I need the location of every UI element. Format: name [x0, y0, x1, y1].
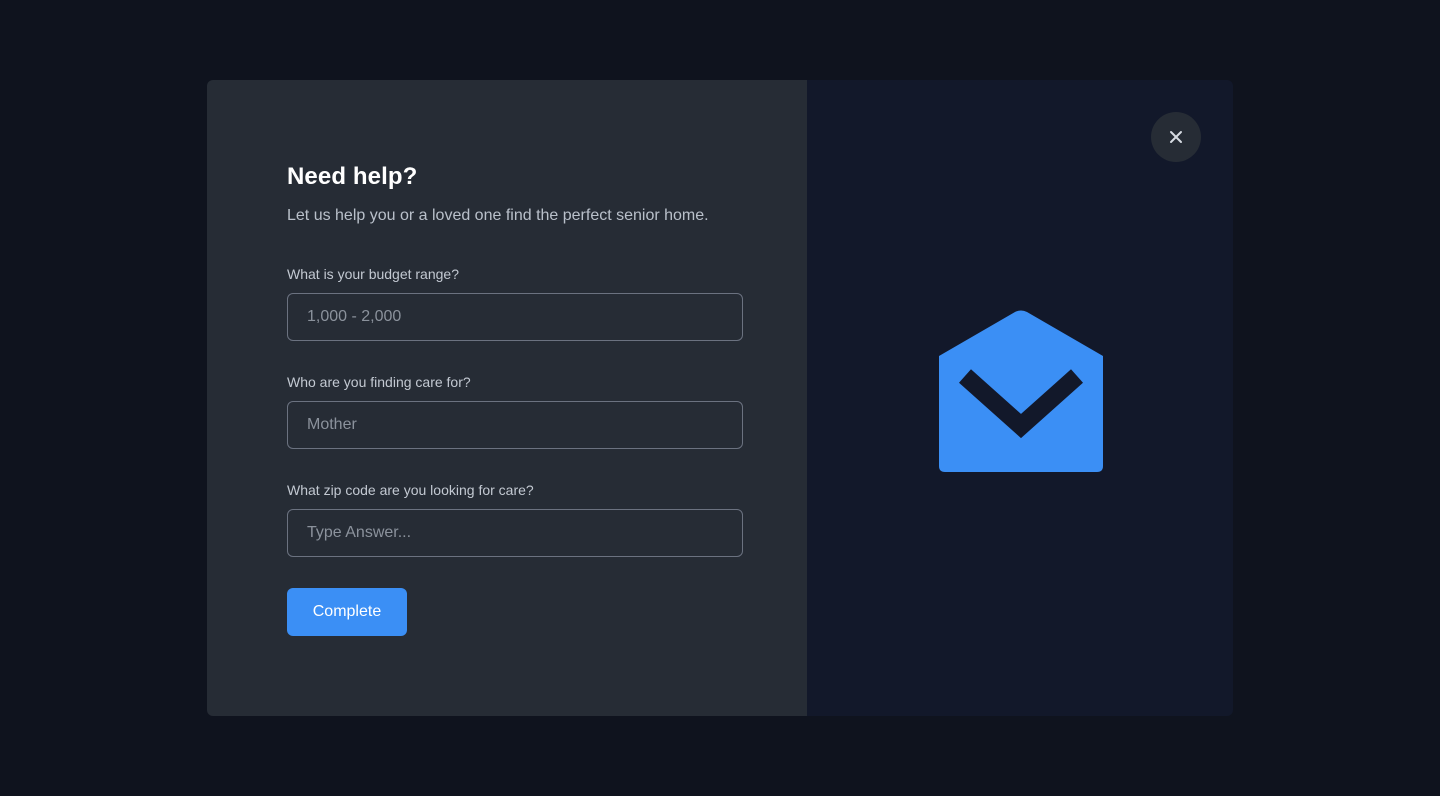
- zip-code-label: What zip code are you looking for care?: [287, 482, 534, 498]
- close-icon: [1170, 131, 1182, 143]
- open-envelope-icon: [939, 310, 1103, 472]
- form-panel: Need help? Let us help you or a loved on…: [207, 80, 807, 716]
- complete-button[interactable]: Complete: [287, 588, 407, 636]
- budget-field: What is your budget range?: [287, 265, 743, 341]
- close-button[interactable]: [1151, 112, 1201, 162]
- zip-code-field: What zip code are you looking for care?: [287, 481, 743, 557]
- modal-subtitle: Let us help you or a loved one find the …: [287, 207, 709, 224]
- budget-label: What is your budget range?: [287, 266, 459, 282]
- illustration-panel: [807, 80, 1233, 716]
- modal-title: Need help?: [287, 163, 418, 190]
- care-recipient-input[interactable]: [287, 401, 743, 449]
- care-recipient-field: Who are you finding care for?: [287, 373, 743, 449]
- help-modal: Need help? Let us help you or a loved on…: [207, 80, 1233, 716]
- care-recipient-label: Who are you finding care for?: [287, 374, 471, 390]
- zip-code-input[interactable]: [287, 509, 743, 557]
- budget-input[interactable]: [287, 293, 743, 341]
